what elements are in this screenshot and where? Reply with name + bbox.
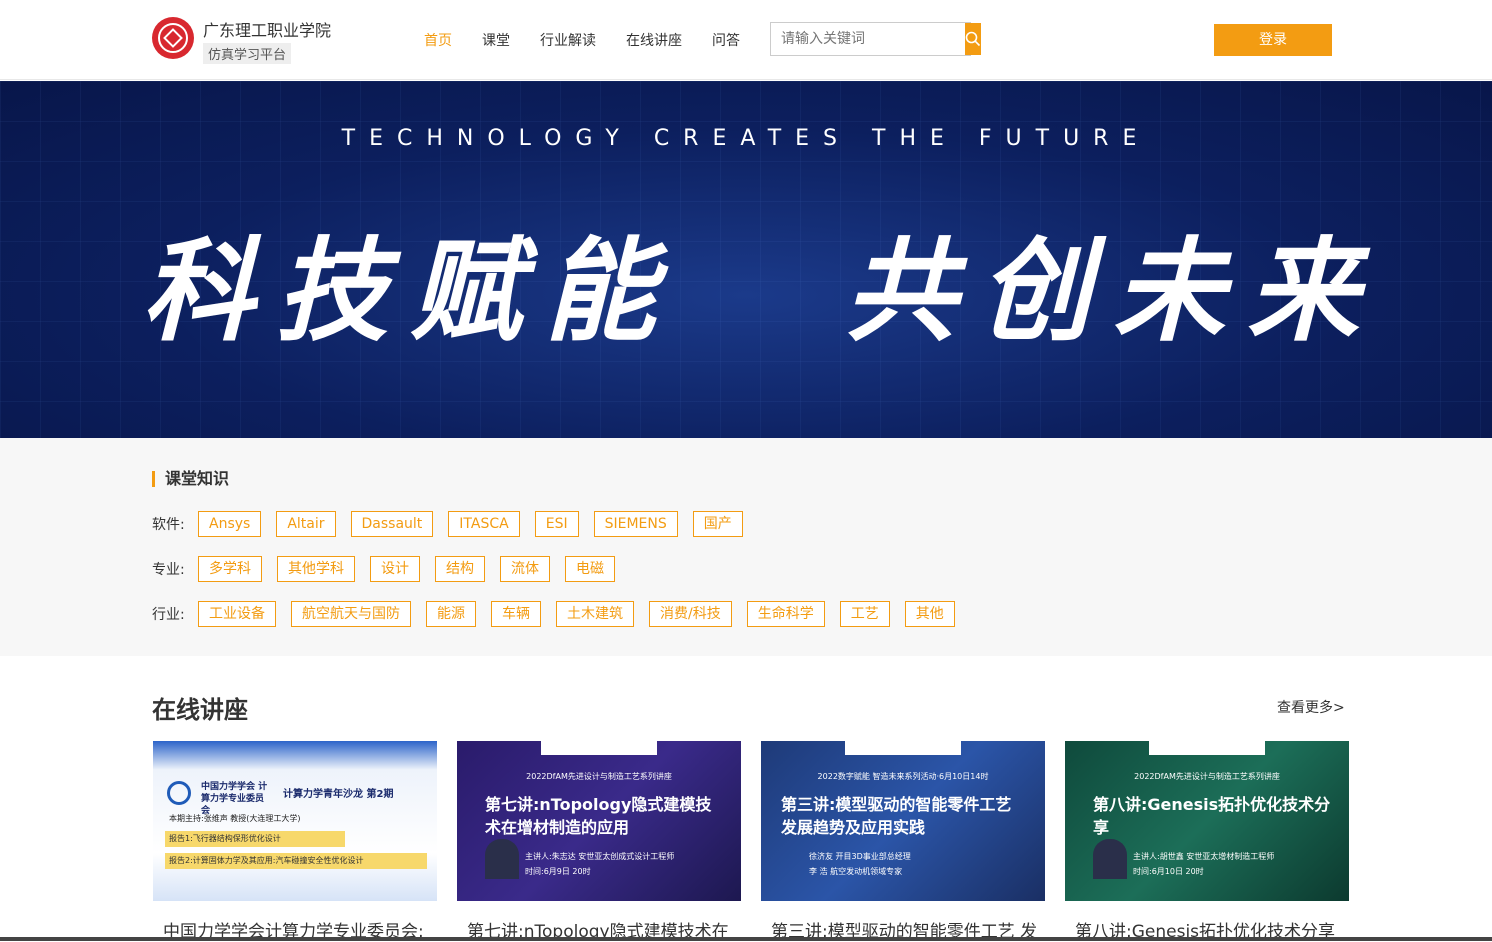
tag-software[interactable]: ESI <box>534 511 579 537</box>
tag-industry[interactable]: 消费/科技 <box>649 601 732 627</box>
society-logo-icon <box>167 781 191 805</box>
horizontal-scrollbar[interactable] <box>0 937 1492 941</box>
tag-industry[interactable]: 土木建筑 <box>556 601 634 627</box>
nav-classroom[interactable]: 课堂 <box>482 30 510 50</box>
nav-industry[interactable]: 行业解读 <box>540 30 596 50</box>
nav-home[interactable]: 首页 <box>424 30 452 50</box>
thumb-head: 中国力学学会 计算力学专业委员会 <box>201 782 268 816</box>
top-header: 广东理工职业学院 仿真学习平台 首页 课堂 行业解读 在线讲座 问答 登录 <box>0 0 1492 80</box>
thumb-report-1: 报告1:飞行器结构保形优化设计 <box>165 831 345 847</box>
tag-industry[interactable]: 航空航天与国防 <box>291 601 411 627</box>
lecture-thumbnail[interactable]: 2022DfAM先进设计与制造工艺系列讲座 第八讲:Genesis拓扑优化技术分… <box>1065 741 1349 901</box>
tag-industry[interactable]: 工艺 <box>839 601 890 627</box>
lecture-time: 时间:6月10日 20时 <box>1133 867 1204 876</box>
thumb-head: 2022DfAM先进设计与制造工艺系列讲座 <box>1134 772 1280 781</box>
thumb-host: 本期主持:张维声 教授(大连理工大学) <box>169 814 301 823</box>
major-label: 专业: <box>152 562 185 578</box>
tag-major[interactable]: 多学科 <box>198 556 262 582</box>
nav-qa[interactable]: 问答 <box>712 30 740 50</box>
tag-industry[interactable]: 其他 <box>904 601 955 627</box>
search-input[interactable] <box>771 23 965 55</box>
lecture-thumbnail[interactable]: 中国力学学会 计算力学专业委员会 计算力学青年沙龙 第2期 本期主持:张维声 教… <box>153 741 437 901</box>
view-more-link[interactable]: 查看更多> <box>1277 697 1345 717</box>
software-filter-row: 软件: Ansys Altair Dassault ITASCA ESI SIE… <box>152 511 758 537</box>
tag-software[interactable]: Dassault <box>350 511 434 537</box>
thumb-speaker: 徐济友 开目3D事业部总经理李 浩 航空发动机领域专家 <box>809 849 911 879</box>
lecture-card[interactable]: 2022数字赋能 智造未来系列活动·6月10日14时 第三讲:模型驱动的智能零件… <box>761 741 1045 942</box>
thumb-speaker: 主讲人:朱志达 安世亚太创成式设计工程师 时间:6月9日 20时 <box>525 849 674 879</box>
lectures-title: 在线讲座 <box>152 696 248 724</box>
tag-major[interactable]: 电磁 <box>565 556 615 582</box>
software-label: 软件: <box>152 517 185 533</box>
speaker-avatar <box>1093 839 1127 879</box>
thumb-report-2: 报告2:计算固体力学及其应用:汽车碰撞安全性优化设计 <box>165 853 427 869</box>
lecture-card[interactable]: 2022DfAM先进设计与制造工艺系列讲座 第八讲:Genesis拓扑优化技术分… <box>1065 741 1349 942</box>
tag-major[interactable]: 其他学科 <box>277 556 355 582</box>
banner-slogan-right: 共创未来 <box>845 226 1381 357</box>
tag-industry[interactable]: 车辆 <box>491 601 541 627</box>
speaker-name: 徐济友 开目3D事业部总经理 <box>809 852 911 861</box>
tag-industry[interactable]: 生命科学 <box>746 601 825 627</box>
thumb-title: 第七讲:nTopology隐式建模技术在增材制造的应用 <box>485 795 712 837</box>
sponsor-logos <box>541 741 657 755</box>
lecture-card[interactable]: 2022DfAM先进设计与制造工艺系列讲座 第七讲:nTopology隐式建模技… <box>457 741 741 942</box>
online-lectures-section: 在线讲座 查看更多> 中国力学学会 计算力学专业委员会 计算力学青年沙龙 第2期… <box>0 656 1492 942</box>
thumb-title: 计算力学青年沙龙 第2期 <box>283 789 394 800</box>
school-logo-icon[interactable] <box>152 17 194 59</box>
tag-major[interactable]: 流体 <box>500 556 550 582</box>
school-name: 广东理工职业学院 <box>203 21 332 40</box>
hero-banner[interactable]: TECHNOLOGY CREATES THE FUTURE 科技赋能 共创未来 <box>0 81 1492 438</box>
section-title: 课堂知识 <box>152 471 229 487</box>
tag-software[interactable]: ITASCA <box>448 511 520 537</box>
thumb-title: 第八讲:Genesis拓扑优化技术分享 <box>1093 795 1331 837</box>
tag-major[interactable]: 结构 <box>435 556 485 582</box>
banner-slogan-left: 科技赋能 <box>142 226 678 357</box>
lecture-thumbnail[interactable]: 2022DfAM先进设计与制造工艺系列讲座 第七讲:nTopology隐式建模技… <box>457 741 741 901</box>
main-nav: 首页 课堂 行业解读 在线讲座 问答 <box>424 30 740 50</box>
lecture-thumbnail[interactable]: 2022数字赋能 智造未来系列活动·6月10日14时 第三讲:模型驱动的智能零件… <box>761 741 1045 901</box>
login-button[interactable]: 登录 <box>1214 24 1332 56</box>
tag-industry[interactable]: 工业设备 <box>198 601 276 627</box>
tag-software[interactable]: Altair <box>276 511 336 537</box>
tag-software[interactable]: Ansys <box>198 511 262 537</box>
thumb-speaker: 主讲人:胡世鑫 安世亚太增材制造工程师 时间:6月10日 20时 <box>1133 849 1274 879</box>
search-icon <box>965 31 981 47</box>
thumb-head: 2022数字赋能 智造未来系列活动·6月10日14时 <box>817 772 989 781</box>
thumb-head: 2022DfAM先进设计与制造工艺系列讲座 <box>526 772 672 781</box>
tag-software[interactable]: SIEMENS <box>593 511 678 537</box>
tag-major[interactable]: 设计 <box>370 556 420 582</box>
tag-software[interactable]: 国产 <box>692 511 743 537</box>
speaker-name: 主讲人:胡世鑫 安世亚太增材制造工程师 <box>1133 852 1275 861</box>
tag-industry[interactable]: 能源 <box>426 601 476 627</box>
banner-english-tagline: TECHNOLOGY CREATES THE FUTURE <box>341 126 1151 151</box>
industry-filter-row: 行业: 工业设备 航空航天与国防 能源 车辆 土木建筑 消费/科技 生命科学 工… <box>152 601 970 627</box>
classroom-knowledge-section: 课堂知识 软件: Ansys Altair Dassault ITASCA ES… <box>0 438 1492 656</box>
platform-name: 仿真学习平台 <box>203 43 292 64</box>
lecture-time: 李 浩 航空发动机领域专家 <box>809 867 903 876</box>
lecture-card[interactable]: 中国力学学会 计算力学专业委员会 计算力学青年沙龙 第2期 本期主持:张维声 教… <box>153 741 437 942</box>
sponsor-logos <box>845 741 961 755</box>
search-button[interactable] <box>965 23 981 55</box>
lecture-time: 时间:6月9日 20时 <box>525 867 591 876</box>
search-box <box>770 22 981 56</box>
nav-lectures[interactable]: 在线讲座 <box>626 30 682 50</box>
major-filter-row: 专业: 多学科 其他学科 设计 结构 流体 电磁 <box>152 556 630 582</box>
speaker-name: 主讲人:朱志达 安世亚太创成式设计工程师 <box>525 852 675 861</box>
thumb-title: 第三讲:模型驱动的智能零件工艺发展趋势及应用实践 <box>781 795 1012 837</box>
sponsor-logos <box>1149 741 1265 755</box>
industry-label: 行业: <box>152 607 185 623</box>
speaker-avatar <box>485 839 519 879</box>
